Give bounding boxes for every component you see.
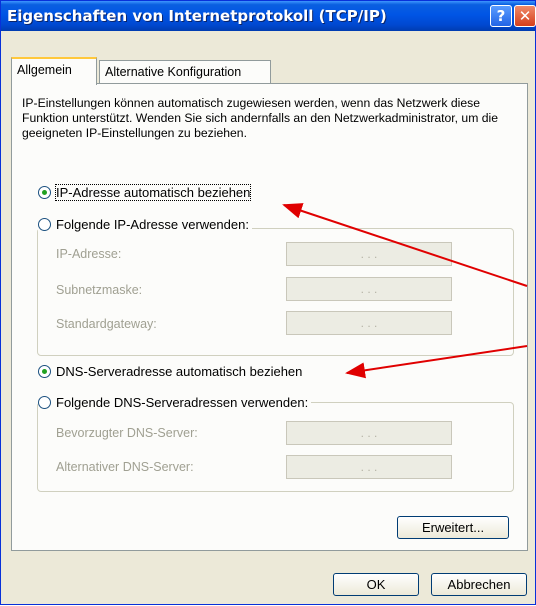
dns-manual-radio[interactable]: Folgende DNS-Serveradressen verwenden: bbox=[38, 395, 312, 410]
alternate-dns-input[interactable]: . . . bbox=[286, 455, 452, 479]
ip-manual-radio[interactable]: Folgende IP-Adresse verwenden: bbox=[38, 217, 252, 232]
ok-button[interactable]: OK bbox=[333, 573, 419, 596]
ip-address-input[interactable]: . . . bbox=[286, 242, 452, 266]
default-gateway-label: Standardgateway: bbox=[56, 317, 157, 331]
preferred-dns-label: Bevorzugter DNS-Server: bbox=[56, 426, 198, 440]
general-tab-panel: IP-Einstellungen können automatisch zuge… bbox=[11, 83, 528, 551]
window-title: Eigenschaften von Internetprotokoll (TCP… bbox=[7, 7, 387, 25]
subnet-mask-label: Subnetzmaske: bbox=[56, 283, 143, 297]
tcpip-properties-dialog: Eigenschaften von Internetprotokoll (TCP… bbox=[0, 0, 536, 605]
dns-auto-radio[interactable]: DNS-Serveradresse automatisch beziehen bbox=[38, 364, 306, 379]
dns-auto-label: DNS-Serveradresse automatisch beziehen bbox=[56, 364, 303, 379]
ip-address-label: IP-Adresse: bbox=[56, 247, 122, 261]
tab-alternative-konfiguration[interactable]: Alternative Konfiguration bbox=[99, 60, 271, 84]
ip-auto-radio[interactable]: IP-Adresse automatisch beziehen bbox=[38, 184, 254, 201]
subnet-mask-input[interactable]: . . . bbox=[286, 277, 452, 301]
default-gateway-input[interactable]: . . . bbox=[286, 311, 452, 335]
dns-manual-label: Folgende DNS-Serveradressen verwenden: bbox=[56, 395, 309, 410]
description-text: IP-Einstellungen können automatisch zuge… bbox=[22, 96, 499, 140]
cancel-button[interactable]: Abbrechen bbox=[431, 573, 527, 596]
tab-allgemein[interactable]: Allgemein bbox=[11, 57, 97, 85]
ip-manual-label: Folgende IP-Adresse verwenden: bbox=[56, 217, 249, 232]
close-button[interactable]: ✕ bbox=[514, 5, 536, 27]
advanced-button[interactable]: Erweitert... bbox=[397, 516, 509, 539]
dns-auto-radio-button[interactable] bbox=[38, 365, 51, 378]
title-bar[interactable]: Eigenschaften von Internetprotokoll (TCP… bbox=[1, 1, 536, 31]
ip-manual-radio-button[interactable] bbox=[38, 218, 51, 231]
close-icon: ✕ bbox=[518, 7, 532, 25]
preferred-dns-input[interactable]: . . . bbox=[286, 421, 452, 445]
alternate-dns-label: Alternativer DNS-Server: bbox=[56, 460, 194, 474]
help-icon: ? bbox=[496, 7, 506, 25]
ip-auto-radio-button[interactable] bbox=[38, 186, 51, 199]
help-button[interactable]: ? bbox=[490, 5, 512, 27]
dns-manual-radio-button[interactable] bbox=[38, 396, 51, 409]
ip-auto-label: IP-Adresse automatisch beziehen bbox=[54, 184, 252, 201]
